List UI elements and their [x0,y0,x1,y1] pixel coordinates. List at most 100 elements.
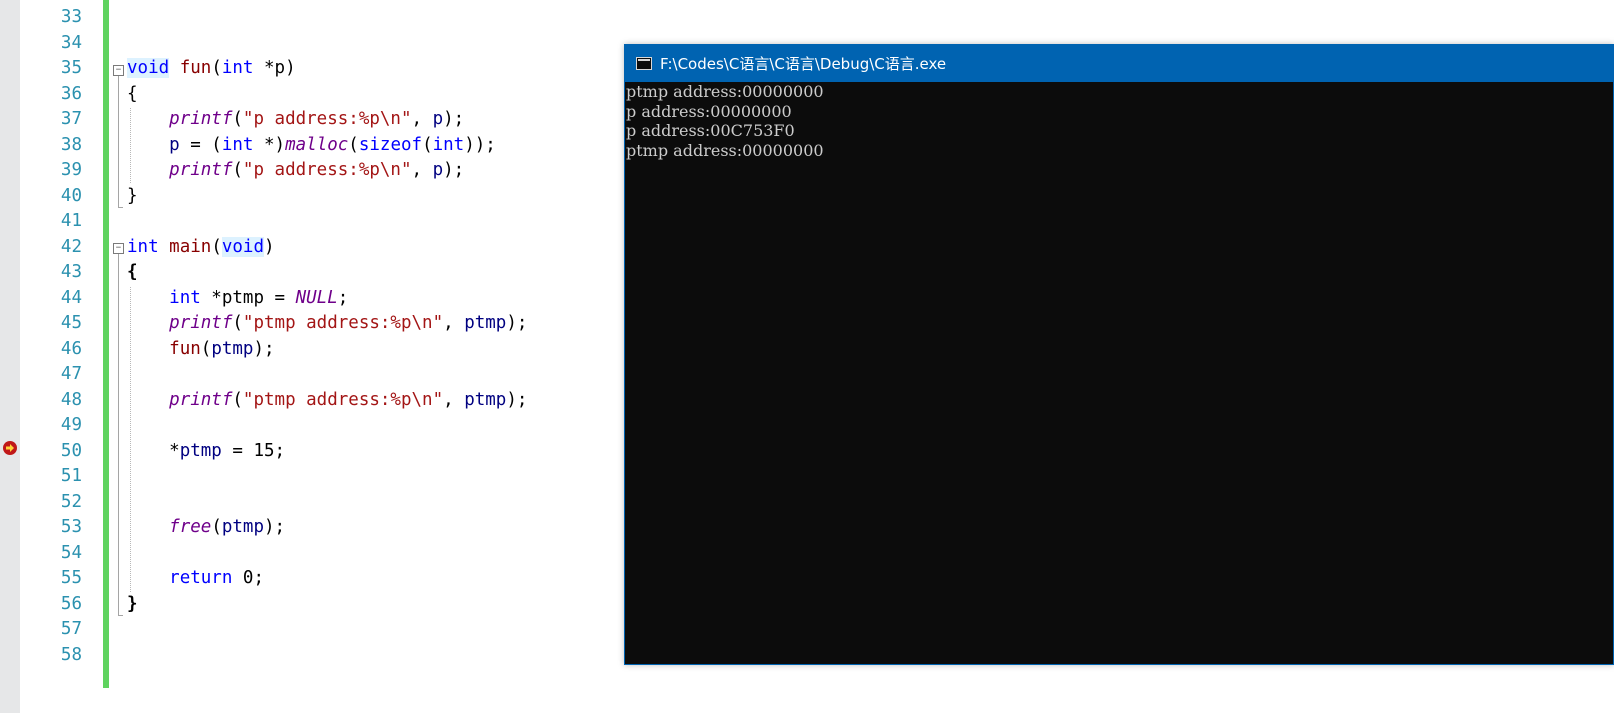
punctuation: ( [211,236,222,257]
keyword: void [127,58,170,78]
string-literal: "ptmp address:%p\n" [242,389,444,410]
function-name: free [169,517,212,537]
code-line-50[interactable]: *ptmp = 15; [127,438,285,464]
line-number: 40 [60,185,82,206]
keyword: void [221,236,265,257]
code-line-48[interactable]: printf("ptmp address:%p\n", ptmp); [127,387,527,413]
code-line-46[interactable]: fun(ptmp); [127,336,275,362]
fold-guide-end [118,615,123,616]
keyword: sizeof [358,134,423,155]
keyword: int [169,287,201,308]
code-line-56[interactable]: } [127,591,138,617]
line-number: 58 [60,644,82,665]
punctuation: ( [232,313,243,333]
punctuation: ( [232,160,243,180]
console-output-line: ptmp address:00000000 [626,82,824,101]
function-name: printf [169,109,233,129]
function-name: printf [169,160,233,180]
function-name: malloc [285,134,349,155]
variable: ptmp [211,338,254,359]
punctuation: ; [337,287,349,308]
code-line-36[interactable]: { [127,81,138,107]
punctuation: = ( [179,134,222,155]
punctuation: ( [422,134,433,155]
line-number: 44 [60,287,82,308]
punctuation: ( [232,109,243,129]
variable: p [432,160,444,180]
punctuation: ( [200,338,212,359]
punctuation: * [169,440,180,461]
line-number: 57 [60,619,82,639]
console-title: F:\Codes\C语言\C语言\Debug\C语言.exe [660,55,947,73]
punctuation: , [411,109,433,129]
string-literal: "ptmp address:%p\n" [242,313,444,333]
code-line-45[interactable]: printf("ptmp address:%p\n", ptmp); [127,310,527,336]
collapse-minus-icon[interactable]: − [113,243,124,254]
fold-guide-end [118,207,123,208]
punctuation: ( [232,389,243,410]
line-number: 45 [60,313,82,333]
keyword: int [221,58,254,78]
console-window[interactable]: F:\Codes\C语言\C语言\Debug\C语言.exe ptmp addr… [624,44,1614,665]
line-number: 35 [60,58,82,78]
change-tracking-bar [103,0,109,688]
line-number: 56 [60,593,82,614]
line-number: 55 [60,568,82,588]
current-statement-arrow-icon[interactable] [3,441,17,455]
line-number: 53 [60,517,82,537]
line-number: 51 [60,466,82,486]
keyword: return [169,568,233,588]
punctuation: ); [443,109,465,129]
line-number: 49 [60,415,82,435]
punctuation: *) [253,134,286,155]
line-number: 41 [60,211,82,231]
code-line-43[interactable]: { [127,259,138,285]
code-line-44[interactable]: int *ptmp = NULL; [127,285,348,311]
console-title-bar[interactable]: F:\Codes\C语言\C语言\Debug\C语言.exe [625,45,1613,82]
code-line-37[interactable]: printf("p address:%p\n", p); [127,106,464,132]
editor-glyph-margin[interactable] [0,0,20,713]
punctuation: , [443,313,465,333]
fold-guide-line [118,254,119,615]
variable: ptmp [221,517,265,537]
punctuation: ( [211,58,222,78]
code-line-39[interactable]: printf("p address:%p\n", p); [127,157,464,183]
code-line-40[interactable]: } [127,183,138,209]
line-number: 42 [60,236,82,257]
function-name: fun [179,58,212,78]
line-number: 33 [60,7,82,27]
code-text: *ptmp = [200,287,296,308]
punctuation: ); [253,338,275,359]
macro-name: NULL [295,287,338,308]
console-window-icon[interactable] [636,57,652,70]
line-number: 46 [60,338,82,359]
variable: ptmp [179,440,222,461]
line-number: 36 [60,83,82,104]
variable: p [432,109,444,129]
punctuation: , [411,160,433,180]
code-line-53[interactable]: free(ptmp); [127,514,285,540]
line-number: 52 [60,491,82,512]
variable: ptmp [464,389,507,410]
punctuation: ); [506,389,528,410]
code-line-42[interactable]: int main(void) [127,234,275,260]
code-line-38[interactable]: p = (int *)malloc(sizeof(int)); [127,132,496,158]
keyword: int [221,134,254,155]
code-text: *p) [253,58,296,78]
function-name: fun [169,338,201,359]
line-number: 50 [60,440,82,461]
line-number: 47 [60,364,82,384]
string-literal: "p address:%p\n" [242,160,412,180]
console-output[interactable]: ptmp address:00000000 p address:00000000… [625,82,1613,664]
code-line-55[interactable]: return 0; [127,565,264,591]
code-line-35[interactable]: void fun(int *p) [127,55,296,81]
collapse-minus-icon[interactable]: − [113,65,124,76]
variable: p [169,134,180,155]
